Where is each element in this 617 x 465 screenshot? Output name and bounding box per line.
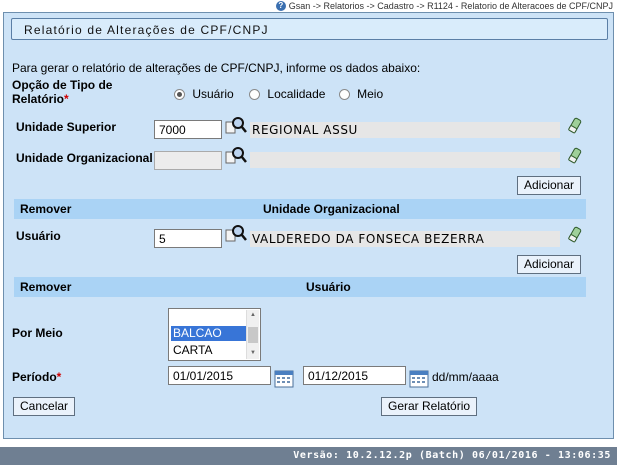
unidade-table-header: Remover Unidade Organizacional — [14, 199, 586, 219]
calendar-icon[interactable] — [409, 369, 429, 388]
breadcrumb: ? Gsan -> Relatorios -> Cadastro -> R112… — [275, 0, 613, 12]
report-type-label: Opção de Tipo de Relatório* — [12, 78, 113, 106]
periodo-end-input[interactable] — [303, 366, 406, 385]
radio-usuario[interactable] — [174, 89, 185, 101]
usuario-label: Usuário — [16, 229, 61, 243]
cancel-button[interactable]: Cancelar — [13, 397, 76, 416]
radio-localidade[interactable] — [249, 89, 261, 101]
unidade-organizacional-code-input[interactable] — [154, 151, 222, 170]
report-type-options: Usuário Localidade Meio — [174, 87, 383, 101]
radio-usuario-label: Usuário — [192, 87, 234, 101]
scroll-up-icon[interactable]: ▲ — [250, 312, 256, 318]
version-footer: Versão: 10.2.12.2p (Batch) 06/01/2016 - … — [0, 447, 617, 465]
eraser-icon[interactable] — [566, 117, 582, 135]
search-icon[interactable] — [225, 116, 247, 136]
list-item[interactable]: CARTA — [171, 343, 246, 358]
listbox-scrollbar[interactable]: ▲ ▼ — [246, 310, 259, 359]
col-usuario: Usuário — [306, 280, 351, 294]
form-panel: Relatório de Alterações de CPF/CNPJ Para… — [3, 12, 614, 439]
add-unidade-button[interactable]: Adicionar — [517, 176, 582, 195]
col-unidade-organizacional: Unidade Organizacional — [263, 202, 400, 216]
page-title: Relatório de Alterações de CPF/CNPJ — [24, 23, 269, 37]
unidade-organizacional-label: Unidade Organizacional — [16, 151, 153, 165]
radio-localidade-label: Localidade — [267, 87, 326, 101]
breadcrumb-text: Gsan -> Relatorios -> Cadastro -> R1124 … — [288, 1, 613, 11]
title-bar: Relatório de Alterações de CPF/CNPJ — [11, 18, 608, 40]
required-mark: * — [64, 92, 69, 106]
scroll-down-icon[interactable]: ▼ — [250, 350, 256, 356]
search-icon[interactable] — [225, 146, 247, 166]
unidade-superior-code-input[interactable] — [154, 120, 222, 139]
por-meio-listbox[interactable]: BALCAO CARTA ▲ ▼ — [168, 308, 261, 361]
calendar-icon[interactable] — [274, 369, 294, 388]
col-remover: Remover — [20, 280, 72, 294]
usuario-code-input[interactable] — [154, 229, 222, 248]
periodo-label: Período* — [12, 370, 62, 384]
unidade-superior-name: REGIONAL ASSU — [250, 122, 560, 138]
periodo-start-input[interactable] — [168, 366, 271, 385]
intro-text: Para gerar o relatório de alterações de … — [12, 61, 421, 75]
por-meio-label: Por Meio — [12, 326, 63, 340]
add-usuario-button[interactable]: Adicionar — [517, 255, 582, 274]
search-icon[interactable] — [225, 224, 247, 244]
scroll-thumb[interactable] — [248, 327, 258, 343]
eraser-icon[interactable] — [566, 226, 582, 244]
usuario-name: VALDEREDO DA FONSECA BEZERRA — [250, 231, 560, 247]
usuario-table-header: Remover Usuário — [14, 277, 586, 297]
generate-report-button[interactable]: Gerar Relatório — [381, 397, 478, 416]
radio-meio[interactable] — [338, 89, 350, 101]
list-item[interactable] — [171, 310, 246, 325]
date-format-hint: dd/mm/aaaa — [432, 370, 499, 384]
unidade-superior-label: Unidade Superior — [16, 120, 117, 134]
required-mark: * — [56, 370, 62, 384]
col-remover: Remover — [20, 202, 72, 216]
eraser-icon[interactable] — [566, 147, 582, 165]
help-icon[interactable]: ? — [275, 1, 286, 11]
list-item[interactable]: BALCAO — [171, 326, 246, 341]
radio-meio-label: Meio — [357, 87, 384, 101]
unidade-organizacional-name — [250, 152, 560, 168]
